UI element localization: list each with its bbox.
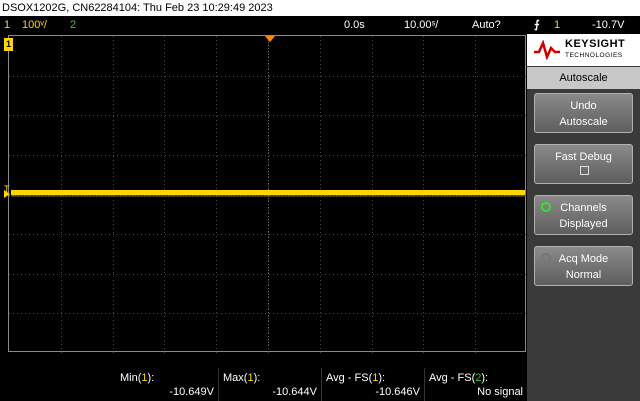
acq-mode-button[interactable]: Acq Mode Normal xyxy=(534,246,633,286)
time-scale[interactable]: 10.00ˢ/ xyxy=(404,16,438,34)
fast-debug-button[interactable]: Fast Debug xyxy=(534,144,633,184)
ch1-scale[interactable]: 100ᵛ/ xyxy=(22,16,47,34)
measurement-avg-ch2[interactable]: Avg - FS(2): No signal xyxy=(425,368,527,401)
ch1-trace xyxy=(11,190,525,195)
softkey-label: Acq Mode xyxy=(558,253,609,265)
graticule xyxy=(9,36,527,353)
ch1-ground-marker[interactable]: 1 xyxy=(4,38,13,51)
keysight-logo: KEYSIGHT TECHNOLOGIES xyxy=(527,34,640,66)
trigger-source[interactable]: 1 xyxy=(554,16,560,34)
brand-name: KEYSIGHT xyxy=(565,38,626,50)
trigger-position-marker[interactable] xyxy=(265,36,275,42)
undo-autoscale-button[interactable]: Undo Autoscale xyxy=(534,93,633,133)
measurement-value: -10.649V xyxy=(169,386,214,398)
measurement-label: Min(1): xyxy=(120,372,155,384)
softkey-panel: KEYSIGHT TECHNOLOGIES Autoscale Undo Aut… xyxy=(527,34,640,401)
window-title: DSOX1202G, CN62284104: Thu Feb 23 10:29:… xyxy=(0,0,640,16)
softkey-label: Undo xyxy=(570,100,597,112)
softkey-label: Autoscale xyxy=(559,116,608,128)
status-bar: 1 100ᵛ/ 2 0.0s 10.00ˢ/ Auto? ⨍ 1 -10.7V xyxy=(0,16,640,34)
measurement-bar: Min(1): -10.649V Max(1): -10.644V Avg - … xyxy=(0,368,527,401)
brand-subtitle: TECHNOLOGIES xyxy=(565,52,623,59)
softkey-label: Displayed xyxy=(559,218,608,230)
time-delay[interactable]: 0.0s xyxy=(344,16,365,34)
softkey-label: Channels xyxy=(560,202,607,214)
trigger-level[interactable]: -10.7V xyxy=(592,16,624,34)
ch2-number[interactable]: 2 xyxy=(70,16,76,34)
measurement-avg-ch1[interactable]: Avg - FS(1): -10.646V xyxy=(322,368,424,401)
fast-debug-checkbox[interactable] xyxy=(580,166,589,175)
measurement-value: No signal xyxy=(477,386,523,398)
waveform-display[interactable]: 1 T xyxy=(4,35,527,353)
measurement-value: -10.646V xyxy=(375,386,420,398)
measurement-max[interactable]: Max(1): -10.644V xyxy=(219,368,321,401)
keysight-wave-icon xyxy=(534,40,560,60)
measurement-label: Avg - FS(2): xyxy=(429,372,489,384)
trigger-mode[interactable]: Auto? xyxy=(472,16,501,34)
measurement-label: Max(1): xyxy=(223,372,261,384)
softkey-label: Fast Debug xyxy=(555,151,612,163)
channels-displayed-button[interactable]: Channels Displayed xyxy=(534,195,633,235)
trigger-edge-icon: ⨍ xyxy=(534,19,540,31)
measurement-min[interactable]: Min(1): -10.649V xyxy=(116,368,218,401)
ch1-number[interactable]: 1 xyxy=(4,16,10,34)
measurement-label: Avg - FS(1): xyxy=(326,372,386,384)
measurement-value: -10.644V xyxy=(272,386,317,398)
menu-title: Autoscale xyxy=(527,67,640,89)
ch1-offset-arrow xyxy=(4,190,10,198)
softkey-label: Normal xyxy=(565,269,602,281)
